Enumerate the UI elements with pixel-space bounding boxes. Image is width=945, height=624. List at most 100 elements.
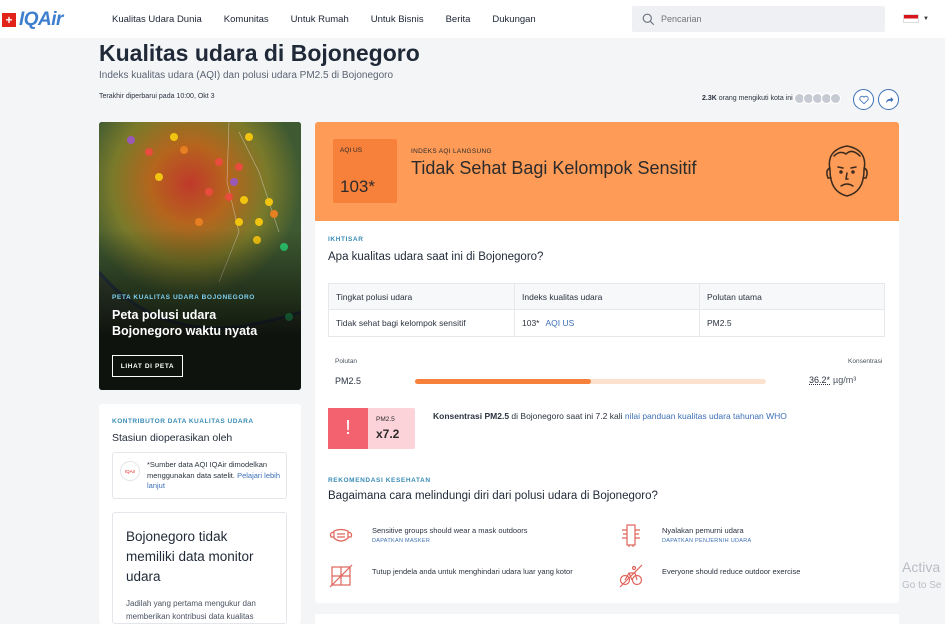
language-selector[interactable]: ▼ <box>903 14 929 23</box>
aqi-banner: AQI US 103* INDEKS AQI LANGSUNG Tidak Se… <box>315 122 899 221</box>
no-monitor-title: Bojonegoro tidak memiliki data monitor u… <box>126 529 254 584</box>
rec-text: Everyone should reduce outdoor exercise <box>662 567 800 576</box>
get-purifier-link[interactable]: DAPATKAN PENJERNIH UDARA <box>662 538 752 544</box>
aqi-status: Tidak Sehat Bagi Kelompok Sensitif <box>411 158 697 178</box>
top-nav: + IQAir Kualitas Udara Dunia Komunitas U… <box>0 0 945 38</box>
badge-multiplier: x7.2 <box>376 427 400 441</box>
concentration-bar-fill <box>415 379 591 384</box>
rec-text: Nyalakan pemurni udara DAPATKAN PENJERNI… <box>662 526 752 544</box>
rec-description: Nyalakan pemurni udara <box>662 526 744 535</box>
nav-link-news[interactable]: Berita <box>446 14 471 25</box>
no-cycling-icon <box>619 564 643 588</box>
search-input[interactable] <box>661 14 861 24</box>
main-pollutant-cell: PM2.5 <box>699 309 885 337</box>
aqi-main-card: AQI US 103* INDEKS AQI LANGSUNG Tidak Se… <box>315 122 899 603</box>
closed-window-icon <box>329 564 353 588</box>
follower-avatars <box>794 93 841 104</box>
pollutant-concentration: 36.2* µg/m³ <box>809 375 856 385</box>
overview-question: Apa kualitas udara saat ini di Bojonegor… <box>328 251 544 263</box>
iqair-source-logo: IQAir <box>120 461 140 481</box>
table-row: Tidak sehat bagi kelompok sensitif 103* A… <box>328 309 885 337</box>
concentration-unit: µg/m³ <box>833 375 857 385</box>
last-updated: Terakhir diperbarui pada 10:00, Okt 3 <box>99 93 215 100</box>
air-purifier-icon <box>622 524 640 547</box>
page-title: Kualitas udara di Bojonegoro <box>99 40 420 66</box>
followers-count: 2.3K <box>702 95 717 102</box>
followers-text: 2.3K orang mengikuti kota ini <box>702 95 793 102</box>
concentration-bold: Konsentrasi PM2.5 <box>433 411 510 421</box>
rec-text: Sensitive groups should wear a mask outd… <box>372 526 528 544</box>
recommendation-window: Tutup jendela anda untuk menghindari uda… <box>328 563 573 589</box>
nav-link-support[interactable]: Dukungan <box>492 14 535 25</box>
mask-icon <box>329 528 353 542</box>
view-map-button[interactable]: LIHAT DI PETA <box>112 355 183 377</box>
data-source-box: IQAir *Sumber data AQI IQAir dimodelkan … <box>112 452 287 499</box>
table-header: Tingkat polusi udara <box>328 283 515 310</box>
map-overlay <box>99 122 301 390</box>
pollutant-name: PM2.5 <box>335 376 362 386</box>
concentration-bar <box>415 379 766 384</box>
rec-description: Sensitive groups should wear a mask outd… <box>372 526 528 535</box>
concentration-statement: Konsentrasi PM2.5 di Bojonegoro saat ini… <box>433 410 873 422</box>
exclamation-icon: ! <box>328 408 368 449</box>
share-button[interactable] <box>878 89 899 110</box>
operated-by: Stasiun dioperasikan oleh <box>112 432 233 444</box>
aqi-value: 103* <box>340 177 375 196</box>
search-box[interactable] <box>632 6 885 32</box>
followers-label: orang mengikuti kota ini <box>718 95 793 102</box>
get-mask-link[interactable]: DAPATKAN MASKER <box>372 538 528 544</box>
map-title: Peta polusi udara Bojonegoro waktu nyata <box>112 308 258 338</box>
contributor-kicker: KONTRIBUTOR DATA KUALITAS UDARA <box>112 418 254 425</box>
table-header: Indeks kualitas udara <box>514 283 700 310</box>
iqair-logo[interactable]: + IQAir <box>2 9 63 31</box>
concentration-text: di Bojonegoro saat ini 7.2 kali <box>509 411 625 421</box>
source-text-block: *Sumber data AQI IQAir dimodelkan menggu… <box>147 460 284 492</box>
contributor-card: KONTRIBUTOR DATA KUALITAS UDARA Stasiun … <box>99 404 301 624</box>
indonesia-flag-icon <box>903 14 919 23</box>
overview-kicker: IKHTISAR <box>328 236 364 243</box>
aqi-kicker: INDEKS AQI LANGSUNG <box>411 148 492 155</box>
concentration-value: 36.2* <box>809 375 831 385</box>
next-card <box>315 614 899 624</box>
who-guideline-link[interactable]: nilai panduan kualitas udara tahunan WHO <box>625 411 787 421</box>
badge-pollutant: PM2.5 <box>376 416 395 423</box>
avatar <box>830 93 841 104</box>
table-header: Polutan utama <box>699 283 885 310</box>
map-kicker: PETA KUALITAS UDARA BOJONEGORO <box>112 294 255 301</box>
nav-link-for-home[interactable]: Untuk Rumah <box>291 14 349 25</box>
nav-link-world-air-quality[interactable]: Kualitas Udara Dunia <box>112 14 202 25</box>
recommendation-mask[interactable]: Sensitive groups should wear a mask outd… <box>328 522 528 548</box>
aqi-cell: 103* AQI US <box>514 309 700 337</box>
windows-watermark: Activa <box>902 559 941 575</box>
who-multiplier-badge: ! PM2.5 x7.2 <box>328 408 415 449</box>
search-icon <box>642 13 655 25</box>
aqi-value-box: AQI US 103* <box>333 139 397 203</box>
rec-description: Tutup jendela anda untuk menghindari uda… <box>372 567 573 576</box>
overview-table: Tingkat polusi udara Indeks kualitas uda… <box>328 283 885 337</box>
share-icon <box>885 96 893 103</box>
rec-text: Tutup jendela anda untuk menghindari uda… <box>372 567 573 576</box>
follow-button[interactable] <box>853 89 874 110</box>
nav-link-community[interactable]: Komunitas <box>224 14 269 25</box>
brand-name: IQAir <box>19 9 63 30</box>
concentration-column-label: Konsentrasi <box>848 358 883 365</box>
heart-icon <box>858 95 869 104</box>
table-header-row: Tingkat polusi udara Indeks kualitas uda… <box>328 283 885 310</box>
sad-face-icon <box>826 145 868 197</box>
aqi-cell-value: 103* <box>522 318 540 328</box>
page-subtitle: Indeks kualitas udara (AQI) dan polusi u… <box>99 70 394 81</box>
aqi-cell-unit: AQI US <box>545 318 575 328</box>
aqi-label: AQI US <box>340 147 363 154</box>
no-monitor-desc: Jadilah yang pertama mengukur dan member… <box>126 599 256 621</box>
rec-description: Everyone should reduce outdoor exercise <box>662 567 801 576</box>
health-question: Bagaimana cara melindungi diri dari polu… <box>328 490 658 502</box>
nav-links: Kualitas Udara Dunia Komunitas Untuk Rum… <box>112 0 558 38</box>
nav-link-for-business[interactable]: Untuk Bisnis <box>371 14 424 25</box>
chevron-down-icon: ▼ <box>923 15 929 22</box>
pollutant-column-label: Polutan <box>335 358 358 365</box>
no-monitor-box: Bojonegoro tidak memiliki data monitor u… <box>112 512 287 624</box>
health-kicker: REKOMENDASI KESEHATAN <box>328 477 431 484</box>
air-quality-map-card[interactable]: PETA KUALITAS UDARA BOJONEGORO Peta polu… <box>99 122 301 390</box>
recommendation-exercise: Everyone should reduce outdoor exercise <box>618 563 800 589</box>
recommendation-purifier[interactable]: Nyalakan pemurni udara DAPATKAN PENJERNI… <box>618 522 752 548</box>
